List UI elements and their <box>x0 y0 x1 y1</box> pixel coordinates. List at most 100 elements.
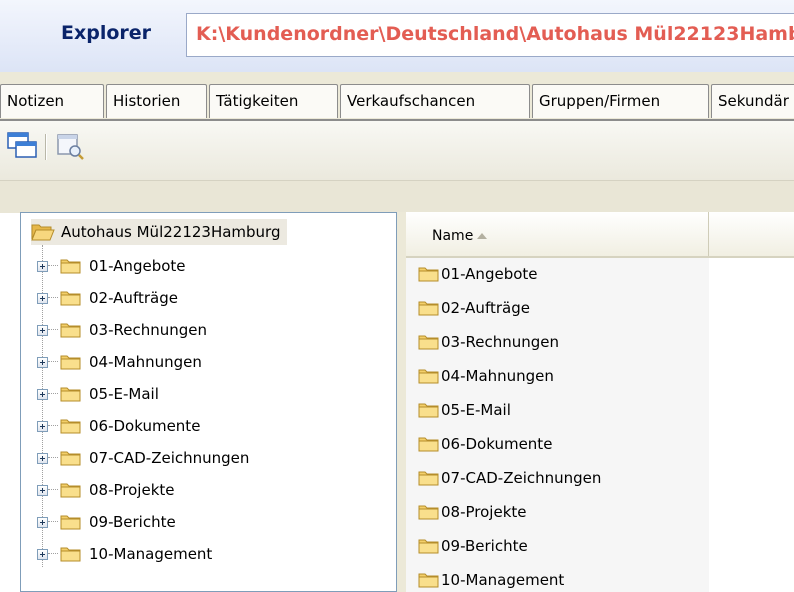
folder-icon <box>60 483 81 498</box>
tab-verkaufschancen[interactable]: Verkaufschancen <box>340 84 530 118</box>
expand-icon[interactable] <box>37 452 48 464</box>
expand-icon[interactable] <box>37 484 48 496</box>
tree-connector <box>48 361 58 363</box>
tree-connector <box>48 457 58 459</box>
tree-root-label: Autohaus Mül22123Hamburg <box>61 223 281 241</box>
list-item[interactable]: 08-Projekte <box>418 498 527 526</box>
folder-tree[interactable]: Autohaus Mül22123Hamburg 01-Angebote 02-… <box>20 212 397 592</box>
tab-notizen[interactable]: Notizen <box>0 84 104 118</box>
tree-item[interactable]: 02-Aufträge <box>37 285 178 311</box>
folder-icon <box>418 403 439 418</box>
folder-icon <box>418 505 439 520</box>
path-field[interactable]: K:\Kundenordner\Deutschland\Autohaus Mül… <box>186 13 794 57</box>
tree-item[interactable]: 10-Management <box>37 541 212 567</box>
folder-icon <box>60 259 81 274</box>
preview-icon[interactable] <box>53 129 87 163</box>
expand-icon[interactable] <box>37 260 48 272</box>
pane-splitter[interactable] <box>397 212 406 592</box>
tree-connector <box>48 425 58 427</box>
tree-item-label: 05-E-Mail <box>89 385 159 403</box>
tree-root[interactable]: Autohaus Mül22123Hamburg <box>31 219 287 245</box>
tree-item-label: 06-Dokumente <box>89 417 201 435</box>
tab-strip: Notizen Historien Tätigkeiten Verkaufsch… <box>0 72 794 120</box>
tree-item[interactable]: 09-Berichte <box>37 509 176 535</box>
tree-item[interactable]: 01-Angebote <box>37 253 186 279</box>
list-item[interactable]: 07-CAD-Zeichnungen <box>418 464 601 492</box>
tab-gruppen-firmen[interactable]: Gruppen/Firmen <box>532 84 709 118</box>
toolbar <box>0 121 794 180</box>
expand-icon[interactable] <box>37 388 48 400</box>
file-list[interactable]: Name 01-Angebote 02-Aufträge 03-Rechnung… <box>406 212 794 592</box>
list-item-label: 07-CAD-Zeichnungen <box>441 469 602 487</box>
list-item-label: 01-Angebote <box>441 265 538 283</box>
list-item-label: 03-Rechnungen <box>441 333 560 351</box>
folder-icon <box>418 267 439 282</box>
list-item-label: 05-E-Mail <box>441 401 511 419</box>
list-item[interactable]: 02-Aufträge <box>418 294 530 322</box>
folder-icon <box>418 335 439 350</box>
list-item-label: 10-Management <box>441 571 565 589</box>
tab-taetigkeiten[interactable]: Tätigkeiten <box>209 84 338 118</box>
explorer-header: Explorer K:\Kundenordner\Deutschland\Aut… <box>0 0 794 73</box>
folder-open-icon <box>31 224 55 241</box>
tree-item-label: 03-Rechnungen <box>89 321 208 339</box>
tab-sekundaer[interactable]: Sekundär <box>711 84 794 118</box>
expand-icon[interactable] <box>37 324 48 336</box>
tree-item-label: 01-Angebote <box>89 257 186 275</box>
tree-item-label: 10-Management <box>89 545 213 563</box>
list-item[interactable]: 06-Dokumente <box>418 430 552 458</box>
list-item[interactable]: 10-Management <box>418 566 564 592</box>
folder-icon <box>418 539 439 554</box>
folder-icon <box>418 369 439 384</box>
folder-icon <box>60 515 81 530</box>
list-item-label: 09-Berichte <box>441 537 528 555</box>
sort-ascending-icon <box>477 233 487 239</box>
tree-item-label: 09-Berichte <box>89 513 176 531</box>
expand-icon[interactable] <box>37 420 48 432</box>
folder-icon <box>418 573 439 588</box>
path-text: K:\Kundenordner\Deutschland\Autohaus Mül… <box>196 23 794 45</box>
tree-item-label: 08-Projekte <box>89 481 175 499</box>
folder-icon <box>418 437 439 452</box>
explorer-title: Explorer <box>61 22 152 44</box>
folder-icon <box>60 387 81 402</box>
column-header-name[interactable]: Name <box>406 212 709 256</box>
column-header-label: Name <box>432 228 474 244</box>
tree-item-label: 04-Mahnungen <box>89 353 202 371</box>
folder-icon <box>60 419 81 434</box>
list-header: Name <box>406 212 794 258</box>
tree-item[interactable]: 03-Rechnungen <box>37 317 207 343</box>
list-item[interactable]: 04-Mahnungen <box>418 362 554 390</box>
tree-item[interactable]: 06-Dokumente <box>37 413 200 439</box>
tree-item[interactable]: 04-Mahnungen <box>37 349 202 375</box>
expand-icon[interactable] <box>37 356 48 368</box>
folder-icon <box>60 323 81 338</box>
list-item-label: 04-Mahnungen <box>441 367 554 385</box>
expand-icon[interactable] <box>37 292 48 304</box>
list-item[interactable]: 05-E-Mail <box>418 396 511 424</box>
folder-icon <box>418 471 439 486</box>
list-item[interactable]: 09-Berichte <box>418 532 528 560</box>
tree-connector <box>48 553 58 555</box>
list-item[interactable]: 01-Angebote <box>418 260 538 288</box>
folder-icon <box>60 291 81 306</box>
windows-icon[interactable] <box>5 129 39 163</box>
tree-item[interactable]: 08-Projekte <box>37 477 175 503</box>
folder-icon <box>60 355 81 370</box>
toolbar-band <box>0 180 794 213</box>
tab-historien[interactable]: Historien <box>106 84 207 118</box>
list-item[interactable]: 03-Rechnungen <box>418 328 559 356</box>
tree-connector <box>48 393 58 395</box>
tree-item-label: 02-Aufträge <box>89 289 178 307</box>
list-item-label: 02-Aufträge <box>441 299 530 317</box>
tree-item[interactable]: 05-E-Mail <box>37 381 159 407</box>
toolbar-separator <box>45 134 46 160</box>
tree-connector <box>48 265 58 267</box>
tree-item-label: 07-CAD-Zeichnungen <box>89 449 250 467</box>
folder-icon <box>60 451 81 466</box>
expand-icon[interactable] <box>37 516 48 528</box>
list-item-label: 08-Projekte <box>441 503 527 521</box>
expand-icon[interactable] <box>37 548 48 560</box>
list-item-label: 06-Dokumente <box>441 435 553 453</box>
tree-item[interactable]: 07-CAD-Zeichnungen <box>37 445 249 471</box>
